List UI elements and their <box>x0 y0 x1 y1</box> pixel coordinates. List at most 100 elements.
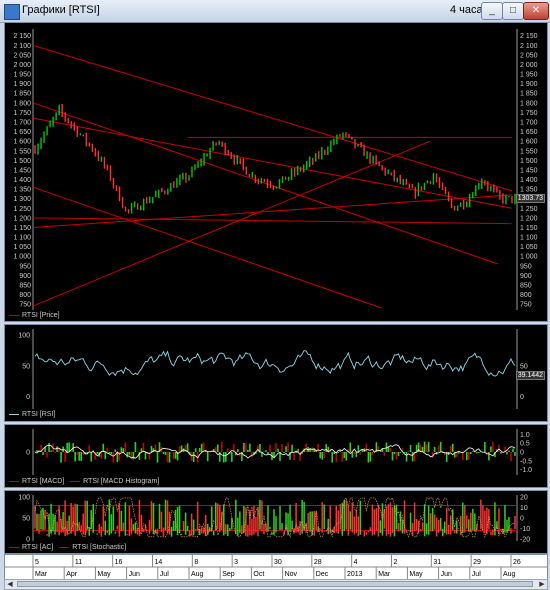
price-tick-right: 1 500 <box>520 158 538 165</box>
price-tick-right: 1 800 <box>520 100 538 107</box>
chart-window: Графики [RTSI] 4 часа _ □ ✕ 2 150 2 150 2 … <box>0 0 550 590</box>
macd-panel[interactable]: 0 1.0 0.5 0 -0.5 -1.0 RTSI [MACD] RTSI [MACD … <box>4 424 548 488</box>
price-tick-right: 1 600 <box>520 139 538 146</box>
date-month-label: Jun <box>441 571 452 578</box>
date-day-label: 26 <box>513 559 521 566</box>
price-tick-left: 1 950 <box>13 72 31 79</box>
macd-tick-left: 0 <box>26 450 30 457</box>
price-tick-left: 1 800 <box>13 100 31 107</box>
date-axis-labels: 5 11 16 14 8 3 30 28 4 2 31 29 26 Mar Apr May Jun Jul Aug S… <box>5 555 547 579</box>
price-tick-right: 1 150 <box>520 225 538 232</box>
price-tick-left: 1 550 <box>13 148 31 155</box>
price-tick-left: 800 <box>19 292 31 299</box>
minimize-button[interactable]: _ <box>481 2 503 20</box>
price-tick-right: 1 200 <box>520 215 538 222</box>
price-tick-right: 1 850 <box>520 91 538 98</box>
date-day-label: 3 <box>234 559 238 566</box>
stoch-legend-label: RTSI [Stochastic] <box>72 544 127 551</box>
price-tick-right: 2 150 <box>520 33 538 40</box>
date-day-label: 31 <box>433 559 441 566</box>
date-month-label: Nov <box>285 571 298 578</box>
price-tick-right: 1 050 <box>520 244 538 251</box>
date-day-label: 5 <box>35 559 39 566</box>
stoch-tick-left: 0 <box>26 536 30 543</box>
macd-legend-label: RTSI [MACD] <box>22 478 65 485</box>
trend-line <box>32 44 513 192</box>
price-tick-left: 1 450 <box>13 167 31 174</box>
stoch-tick-right: 20 <box>520 495 528 502</box>
price-tick-left: 2 150 <box>13 33 31 40</box>
price-tick-right: 2 050 <box>520 52 538 59</box>
date-month-label: Apr <box>66 571 78 578</box>
price-tick-left: 1 700 <box>13 120 31 127</box>
macd-tick-right: -1.0 <box>520 467 532 474</box>
stoch-tick-right: 10 <box>520 505 528 512</box>
date-day-label: 29 <box>473 559 481 566</box>
title-bar[interactable]: Графики [RTSI] 4 часа _ □ ✕ <box>0 0 550 23</box>
rsi-line <box>34 349 516 377</box>
date-day-label: 4 <box>354 559 358 566</box>
macd-hist-legend-label: RTSI [MACD Histogram] <box>83 478 160 485</box>
maximize-button[interactable]: □ <box>502 2 524 20</box>
price-tick-left: 1 350 <box>13 187 31 194</box>
ac-legend-label: RTSI [AC] <box>22 544 54 551</box>
rsi-legend-label: RTSI [RSI] <box>22 411 56 418</box>
price-tick-right: 1 750 <box>520 110 538 117</box>
price-tick-left: 900 <box>19 273 31 280</box>
stochastic-panel[interactable]: 100 50 0 20 10 0 -10 -20 RTSI [AC] RTSI [Stocha… <box>4 490 548 554</box>
price-tick-right: 1 950 <box>520 72 538 79</box>
date-day-label: 16 <box>115 559 123 566</box>
rsi-panel[interactable]: 100 50 0 50 0 RTSI [RSI] 39.1442 <box>4 324 548 422</box>
price-chart-panel[interactable]: 2 150 2 150 2 100 2 100 2 050 2 050 2 000 2 000… <box>4 22 548 322</box>
macd-legend: RTSI [MACD] RTSI [MACD Histogram] <box>9 478 159 485</box>
price-tick-right: 1 400 <box>520 177 538 184</box>
price-tick-left: 1 100 <box>13 235 31 242</box>
stoch-legend: RTSI [AC] RTSI [Stochastic] <box>9 544 126 551</box>
price-legend: RTSI [Price] <box>9 312 60 319</box>
date-month-label: 2013 <box>347 571 363 578</box>
price-tick-left: 1 150 <box>13 225 31 232</box>
price-tick-left: 1 850 <box>13 91 31 98</box>
scroll-left-icon[interactable]: ◀ <box>5 580 15 589</box>
window-title: Графики [RTSI] <box>22 4 100 16</box>
price-tick-right: 1 100 <box>520 235 538 242</box>
rsi-tick-left: 100 <box>18 333 30 340</box>
price-tick-left: 950 <box>19 263 31 270</box>
stoch-tick-right: 0 <box>520 516 524 523</box>
price-tick-right: 1 550 <box>520 148 538 155</box>
price-tick-left: 1 650 <box>13 129 31 136</box>
date-day-label: 28 <box>314 559 322 566</box>
price-tick-left: 2 100 <box>13 43 31 50</box>
price-tick-right: 1 700 <box>520 120 538 127</box>
price-tick-left: 1 750 <box>13 110 31 117</box>
price-tick-left: 1 250 <box>13 206 31 213</box>
date-month-label: Aug <box>191 571 204 578</box>
price-tick-left: 1 200 <box>13 215 31 222</box>
date-month-label: Dec <box>316 571 329 578</box>
timeframe-label[interactable]: 4 часа <box>450 4 483 16</box>
price-tick-left: 1 050 <box>13 244 31 251</box>
horizontal-scrollbar[interactable]: ◀ ▶ <box>4 579 548 590</box>
scroll-right-icon[interactable]: ▶ <box>537 580 547 589</box>
price-tick-left: 1 600 <box>13 139 31 146</box>
close-button[interactable]: ✕ <box>523 2 549 20</box>
price-tick-left: 1 000 <box>13 254 31 261</box>
price-tick-right: 1 450 <box>520 167 538 174</box>
date-axis: 5 11 16 14 8 3 30 28 4 2 31 29 26 Mar Apr May Jun Jul Aug S… <box>4 554 548 580</box>
price-tick-right: 1 000 <box>520 254 538 261</box>
price-current-value: 1303.73 <box>515 194 545 203</box>
price-chart[interactable]: 2 150 2 150 2 100 2 100 2 050 2 050 2 000 2 000… <box>5 23 547 321</box>
date-day-label: 2 <box>394 559 398 566</box>
rsi-tick-left: 0 <box>26 394 30 401</box>
macd-tick-right: 0 <box>520 450 524 457</box>
price-tick-right: 1 350 <box>520 187 538 194</box>
price-tick-left: 850 <box>19 282 31 289</box>
date-month-label: Mar <box>378 571 391 578</box>
rsi-chart[interactable]: 100 50 0 50 0 <box>5 325 547 421</box>
scrollbar-thumb[interactable] <box>17 581 533 587</box>
price-tick-left: 2 050 <box>13 52 31 59</box>
app-icon <box>4 4 20 20</box>
date-day-label: 8 <box>194 559 198 566</box>
price-tick-left: 1 400 <box>13 177 31 184</box>
date-month-label: Jul <box>160 571 169 578</box>
